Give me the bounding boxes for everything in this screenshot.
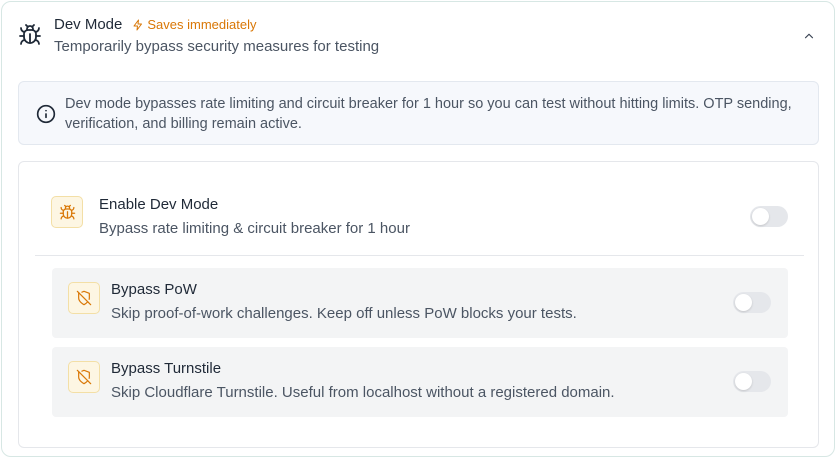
divider (35, 255, 804, 256)
dev-mode-panel: Dev Mode Saves immediately Temporarily b… (1, 1, 835, 457)
bypass-turnstile-label: Bypass Turnstile (111, 360, 222, 377)
enable-dev-mode-toggle[interactable] (750, 206, 788, 227)
bypass-turnstile-toggle[interactable] (733, 371, 771, 392)
toggle-knob (752, 208, 769, 225)
bug-icon (19, 24, 41, 45)
dev-mode-header[interactable]: Dev Mode Saves immediately Temporarily b… (2, 2, 834, 72)
info-text: Dev mode bypasses rate limiting and circ… (65, 96, 792, 132)
enable-dev-mode-label: Enable Dev Mode (99, 196, 219, 213)
settings-card: Enable Dev Mode Bypass rate limiting & c… (18, 161, 819, 448)
lightning-icon (133, 19, 143, 30)
bypass-turnstile-row: Bypass Turnstile Skip Cloudflare Turnsti… (52, 347, 788, 417)
bypass-pow-label: Bypass PoW (111, 281, 197, 298)
enable-dev-mode-description: Bypass rate limiting & circuit breaker f… (99, 220, 410, 237)
bypass-pow-description: Skip proof-of-work challenges. Keep off … (111, 305, 577, 322)
toggle-knob (735, 373, 752, 390)
shield-off-icon-badge (68, 282, 100, 314)
bypass-pow-row: Bypass PoW Skip proof-of-work challenges… (52, 268, 788, 338)
toggle-knob (735, 294, 752, 311)
saves-immediately-badge: Saves immediately (132, 17, 256, 32)
saves-label: Saves immediately (147, 17, 257, 32)
chevron-up-icon[interactable] (802, 29, 816, 43)
bug-icon (59, 204, 75, 220)
bypass-pow-toggle[interactable] (733, 292, 771, 313)
shield-off-icon-badge (68, 361, 100, 393)
shield-off-icon (76, 369, 92, 385)
info-callout: Dev mode bypasses rate limiting and circ… (18, 81, 819, 145)
shield-off-icon (76, 290, 92, 306)
info-icon (36, 104, 56, 124)
bug-icon-badge (51, 196, 83, 228)
enable-dev-mode-row: Enable Dev Mode Bypass rate limiting & c… (19, 162, 818, 256)
bypass-turnstile-description: Skip Cloudflare Turnstile. Useful from l… (111, 384, 615, 401)
page-title: Dev Mode (54, 16, 123, 33)
page-subtitle: Temporarily bypass security measures for… (54, 38, 380, 55)
